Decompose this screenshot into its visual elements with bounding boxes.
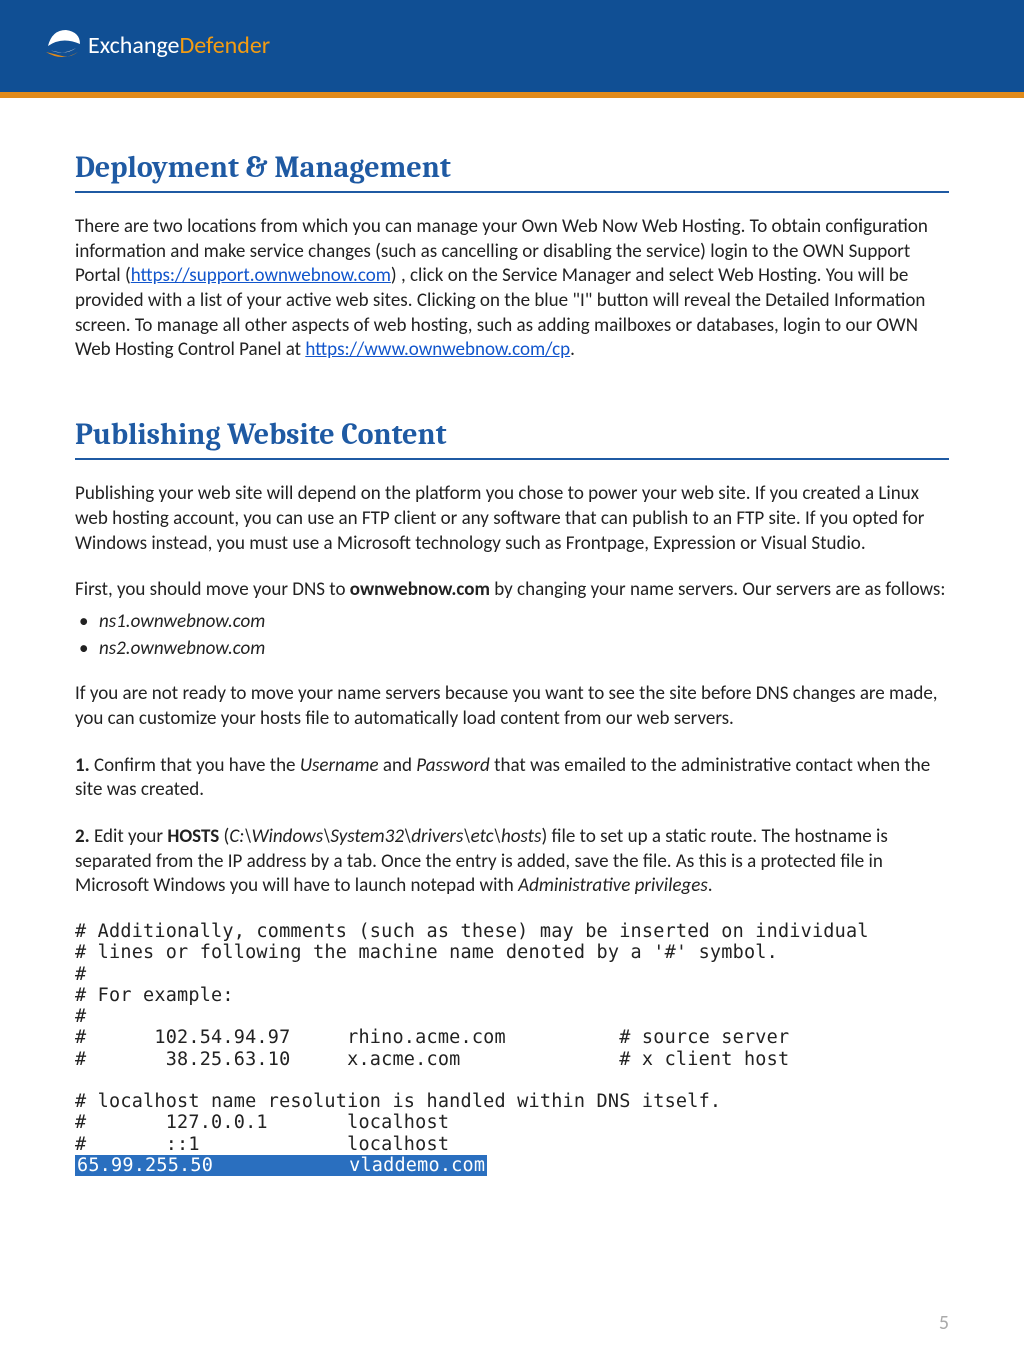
hosts-highlighted-entry: 65.99.255.50 vladdemo.com: [75, 1155, 487, 1176]
paragraph-deployment: There are two locations from which you c…: [75, 215, 949, 363]
paragraph-dns-move: First, you should move your DNS to ownwe…: [75, 578, 949, 603]
list-item: ns1.ownwebnow.com: [79, 609, 949, 636]
step-1: 1. Confirm that you have the Username an…: [75, 754, 949, 803]
hosts-file-example: # Additionally, comments (such as these)…: [75, 921, 949, 1176]
heading-deployment: Deployment & Management: [75, 148, 949, 193]
list-item: ns2.ownwebnow.com: [79, 636, 949, 663]
nameserver-list: ns1.ownwebnow.com ns2.ownwebnow.com: [79, 609, 949, 662]
page-header: ExchangeDefender: [0, 0, 1024, 98]
logo-text: ExchangeDefender: [88, 30, 270, 61]
page-content: Deployment & Management There are two lo…: [0, 98, 1024, 1176]
logo: ExchangeDefender: [40, 24, 270, 68]
support-portal-link[interactable]: https://support.ownwebnow.com: [131, 264, 391, 287]
step-2: 2. Edit your HOSTS (C:\Windows\System32\…: [75, 825, 949, 899]
heading-publishing: Publishing Website Content: [75, 415, 949, 460]
logo-swirl-icon: [40, 24, 84, 68]
control-panel-link[interactable]: https://www.ownwebnow.com/cp: [305, 338, 570, 361]
page-number: 5: [939, 1310, 949, 1336]
paragraph-publishing-intro: Publishing your web site will depend on …: [75, 482, 949, 556]
paragraph-hosts-note: If you are not ready to move your name s…: [75, 682, 949, 731]
